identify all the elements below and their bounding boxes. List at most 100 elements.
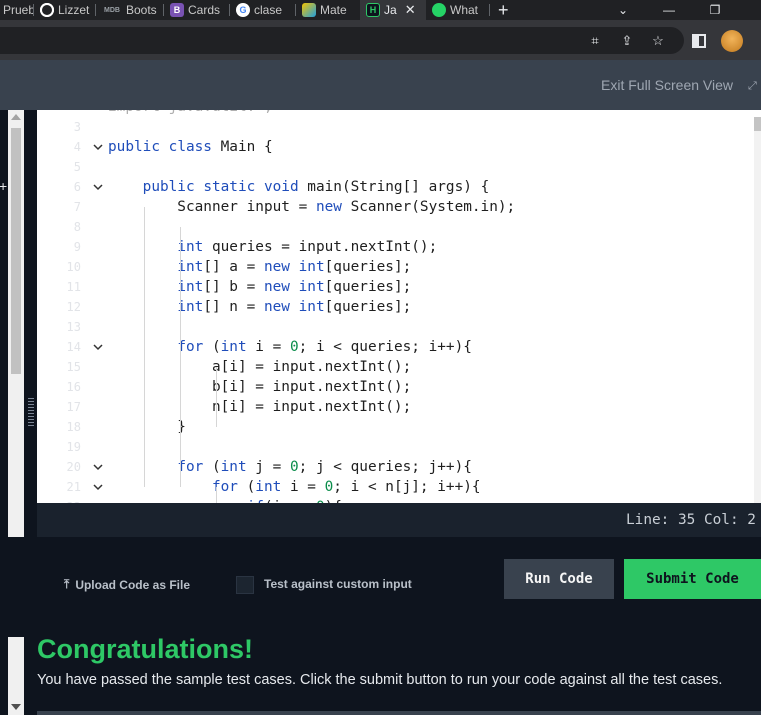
code-line[interactable]: 16 b[i] = input.nextInt(); xyxy=(37,377,761,397)
submit-code-button[interactable]: Submit Code xyxy=(624,559,761,599)
google-icon: G xyxy=(236,3,250,17)
indent-guide xyxy=(216,487,217,503)
code-text: int[] b = new int[queries]; xyxy=(177,279,412,295)
line-number: 15 xyxy=(66,360,81,374)
tab-label: Boots xyxy=(126,3,157,17)
browser-tab-strip: Prueb Lizzet MDB Boots B Cards G clase M… xyxy=(0,0,761,20)
minimize-icon[interactable]: — xyxy=(654,0,684,20)
side-panel-icon[interactable] xyxy=(690,32,708,50)
code-text: public class Main { xyxy=(108,139,273,155)
code-line[interactable]: 20 for (int j = 0; j < queries; j++){ xyxy=(37,457,761,477)
code-text: import java.util.*; xyxy=(108,110,273,117)
tab-label: clase xyxy=(254,3,283,17)
code-text: Scanner input = new Scanner(System.in); xyxy=(108,199,516,215)
browser-tab[interactable]: G clase xyxy=(230,0,296,20)
browser-tab-active[interactable]: H Ja ✕ xyxy=(360,0,426,20)
profile-avatar[interactable] xyxy=(721,30,743,52)
code-editor[interactable]: import java.util.*; 3 4 public class Main {… xyxy=(37,110,761,503)
indent-guide xyxy=(180,227,181,487)
code-line[interactable]: 8 xyxy=(37,217,761,237)
code-text: } xyxy=(108,419,186,435)
line-number: 17 xyxy=(66,400,81,414)
browser-tab[interactable]: B Cards xyxy=(164,0,230,20)
code-line[interactable]: 17 n[i] = input.nextInt(); xyxy=(37,397,761,417)
code-text: b[i] = input.nextInt(); xyxy=(108,379,412,395)
hackerrank-icon: H xyxy=(366,3,380,17)
editor-scrollbar[interactable] xyxy=(754,117,761,512)
line-number: 20 xyxy=(66,460,81,474)
cursor-position: Line: 35 Col: 2 xyxy=(626,512,756,528)
code-line[interactable]: 5 xyxy=(37,157,761,177)
line-number: 6 xyxy=(73,180,81,194)
close-tab-icon[interactable]: ✕ xyxy=(405,2,416,18)
share-icon[interactable]: ⇪ xyxy=(618,32,636,50)
code-line[interactable]: 13 xyxy=(37,317,761,337)
expand-icon[interactable]: ⤢ xyxy=(748,80,757,93)
translate-icon[interactable]: ⌗ xyxy=(586,32,604,50)
line-number: 10 xyxy=(66,260,81,274)
editor-scrollbar-thumb[interactable] xyxy=(754,117,761,131)
scroll-up-arrow-icon[interactable] xyxy=(11,114,21,120)
fullscreen-bar: Exit Full Screen View ⤢ xyxy=(0,60,761,110)
bootstrap-icon: B xyxy=(170,3,184,17)
github-icon xyxy=(40,3,54,17)
code-line[interactable]: 11 int[] b = new int[queries]; xyxy=(37,277,761,297)
new-tab-button[interactable]: + xyxy=(490,0,517,20)
code-text: public static void main(String[] args) { xyxy=(142,179,490,195)
code-line[interactable]: 7 Scanner input = new Scanner(System.in)… xyxy=(37,197,761,217)
code-line[interactable]: 9 int queries = input.nextInt(); xyxy=(37,237,761,257)
restore-icon[interactable]: ❐ xyxy=(700,0,730,20)
custom-input-label[interactable]: Test against custom input xyxy=(264,577,412,591)
run-code-button[interactable]: Run Code xyxy=(504,559,614,599)
code-line[interactable]: 15 a[i] = input.nextInt(); xyxy=(37,357,761,377)
upload-icon: ⤒ xyxy=(64,577,70,591)
bottom-divider xyxy=(37,711,761,715)
indent-guide xyxy=(216,367,217,427)
line-number: 9 xyxy=(73,240,81,254)
line-number: 21 xyxy=(66,480,81,494)
tab-label: Lizzet xyxy=(58,3,90,17)
browser-tab[interactable]: Lizzet xyxy=(34,0,96,20)
tab-search-icon[interactable]: ⌄ xyxy=(608,0,638,20)
line-number: 16 xyxy=(66,380,81,394)
tab-label: What xyxy=(450,3,479,17)
exit-fullscreen-link[interactable]: Exit Full Screen View xyxy=(601,77,733,93)
line-number: 7 xyxy=(73,200,81,214)
scrollbar-thumb[interactable] xyxy=(11,128,21,374)
line-number: 11 xyxy=(66,280,81,294)
browser-tab[interactable]: Prueb xyxy=(0,0,34,20)
code-text: int[] a = new int[queries]; xyxy=(177,259,412,275)
code-line[interactable]: 14 for (int i = 0; i < queries; i++){ xyxy=(37,337,761,357)
code-text: int queries = input.nextInt(); xyxy=(177,239,438,255)
tab-label: Cards xyxy=(188,3,221,17)
code-line[interactable]: 6 public static void main(String[] args)… xyxy=(37,177,761,197)
code-line[interactable]: 18 } xyxy=(37,417,761,437)
code-line[interactable]: 10 int[] a = new int[queries]; xyxy=(37,257,761,277)
bookmark-star-icon[interactable]: ☆ xyxy=(649,32,667,50)
code-line[interactable]: 12 int[] n = new int[queries]; xyxy=(37,297,761,317)
code-text: for (int j = 0; j < queries; j++){ xyxy=(177,459,472,475)
browser-tab[interactable]: What xyxy=(426,0,490,20)
tab-label: Prueb xyxy=(3,3,34,17)
code-text: n[i] = input.nextInt(); xyxy=(108,399,412,415)
code-text: for (int i = 0; i < queries; i++){ xyxy=(177,339,472,355)
code-line[interactable]: import java.util.*; xyxy=(37,110,761,117)
code-line[interactable]: 3 xyxy=(37,117,761,137)
resize-grip[interactable] xyxy=(28,398,34,428)
code-line[interactable]: 4 public class Main { xyxy=(37,137,761,157)
custom-input-checkbox[interactable] xyxy=(236,576,254,594)
action-row: ⤒ Upload Code as File Test against custo… xyxy=(0,537,761,637)
address-bar[interactable] xyxy=(0,27,684,54)
code-line[interactable]: 19 xyxy=(37,437,761,457)
code-line[interactable]: 21 for (int i = 0; i < n[j]; i++){ xyxy=(37,477,761,497)
code-text: a[i] = input.nextInt(); xyxy=(108,359,412,375)
address-bar-row: ⌗ ⇪ ☆ xyxy=(0,20,761,60)
upload-code-button[interactable]: ⤒ Upload Code as File xyxy=(64,577,190,592)
scroll-down-arrow-icon[interactable] xyxy=(11,704,21,710)
line-number: 12 xyxy=(66,300,81,314)
browser-tab[interactable]: Mate xyxy=(296,0,360,20)
line-number: 18 xyxy=(66,420,81,434)
browser-tab[interactable]: MDB Boots xyxy=(96,0,164,20)
tab-label: Ja xyxy=(384,3,397,17)
tab-label: Mate xyxy=(320,3,347,17)
